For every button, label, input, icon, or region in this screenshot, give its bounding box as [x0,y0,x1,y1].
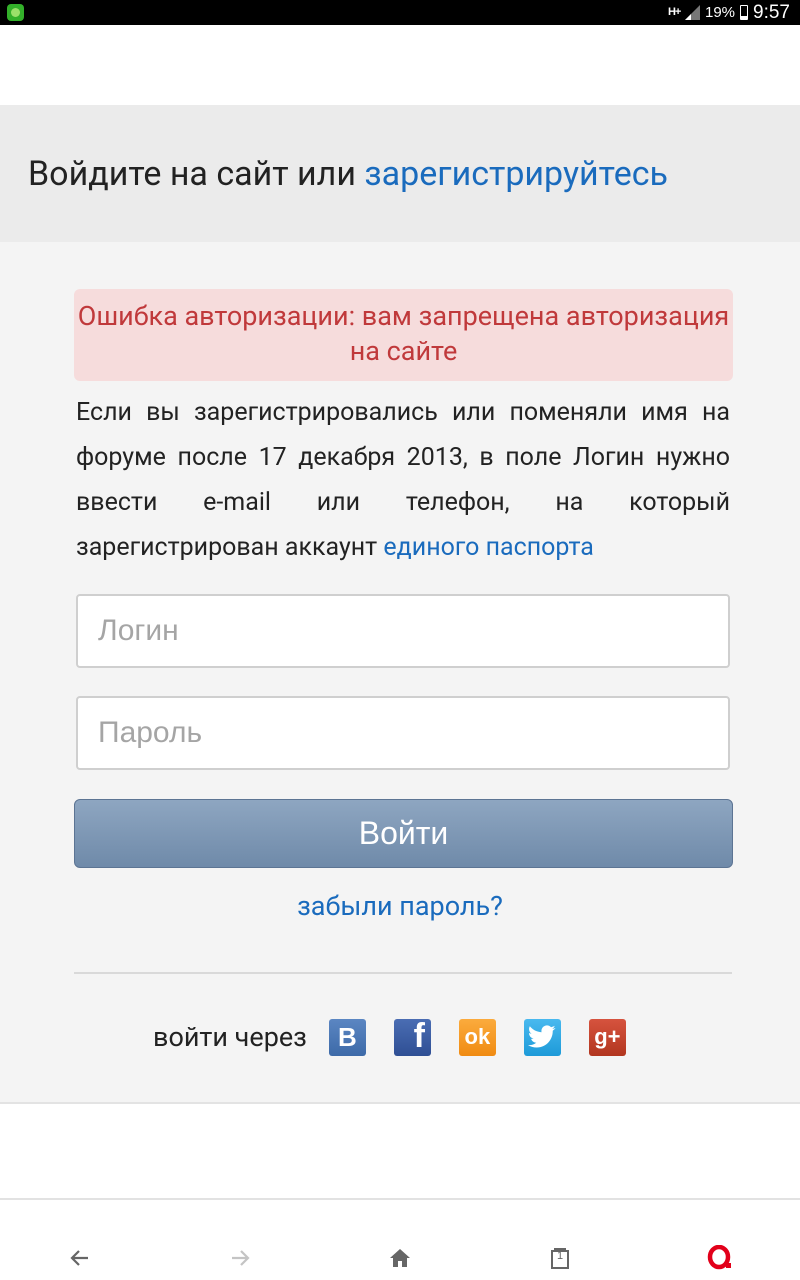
page-title: Войдите на сайт или зарегистрируйтесь [28,154,668,194]
forward-arrow-icon[interactable] [220,1238,260,1278]
status-bar: H+ 19% 9:57 [0,0,800,25]
forgot-password-row: забыли пароль? [0,890,800,922]
forgot-password-link[interactable]: забыли пароль? [297,890,503,922]
home-icon[interactable] [380,1238,420,1278]
facebook-icon[interactable]: f [393,1018,431,1056]
social-login-label: войти через [153,1021,307,1053]
social-login: войти через B f ok g+ [153,1017,626,1057]
error-alert: Ошибка авторизации: вам запрещена автори… [74,289,733,381]
opera-icon[interactable] [700,1238,740,1278]
twitter-bird-icon [528,1025,556,1048]
app-notification-icon [7,4,24,21]
status-time: 9:57 [753,1,790,23]
status-bar-indicators: H+ 19% 9:57 [668,0,790,25]
register-link[interactable]: зарегистрируйтесь [364,154,668,194]
battery-icon [740,5,749,20]
battery-percent: 19% [704,4,736,21]
login-header: Войдите на сайт или зарегистрируйтесь [0,105,800,242]
odnoklassniki-icon[interactable]: ok [458,1018,496,1056]
divider [74,972,732,974]
tabs-icon[interactable]: 1 [540,1238,580,1278]
google-plus-icon[interactable]: g+ [588,1018,626,1056]
signal-strength-icon [684,5,700,20]
unified-passport-link[interactable]: единого паспорта [383,533,593,562]
login-input[interactable] [76,594,730,668]
twitter-icon[interactable] [523,1018,561,1056]
login-info-text: Если вы зарегистрировались или поменяли … [76,390,730,570]
browser-bottom-bar: 1 [0,1198,800,1280]
back-arrow-icon[interactable] [60,1238,100,1278]
password-input[interactable] [76,696,730,770]
title-prefix: Войдите на сайт или [28,153,365,194]
login-button[interactable]: Войти [74,799,733,868]
vk-icon[interactable]: B [328,1018,366,1056]
network-type-indicator: H+ [667,6,681,18]
tab-count: 1 [556,1250,564,1262]
login-panel: Ошибка авторизации: вам запрещена автори… [0,242,800,1104]
